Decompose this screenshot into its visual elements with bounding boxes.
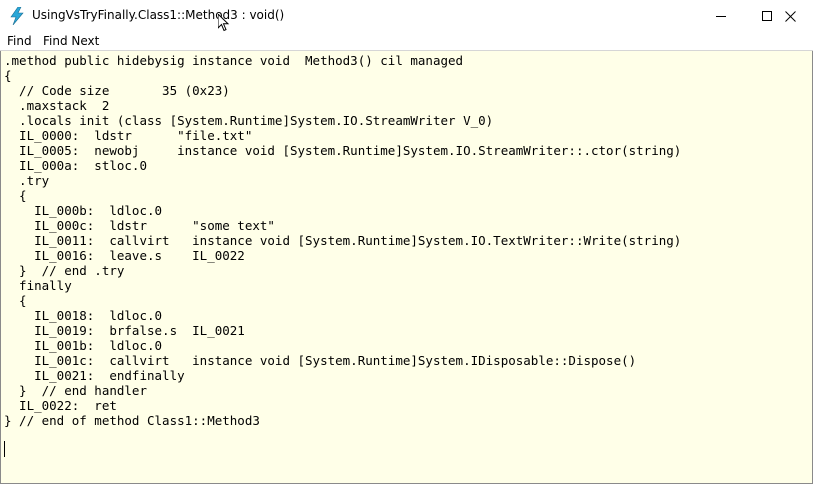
code-line: IL_0021: endfinally	[4, 368, 185, 383]
window-title: UsingVsTryFinally.Class1::Method3 : void…	[32, 8, 285, 22]
code-line: .try	[4, 173, 50, 188]
code-line: IL_000c: ldstr "some text"	[4, 218, 275, 233]
code-line: IL_0019: brfalse.s IL_0021	[4, 323, 245, 338]
il-code-view: .method public hidebysig instance void M…	[4, 53, 681, 428]
title-bar[interactable]: UsingVsTryFinally.Class1::Method3 : void…	[0, 0, 813, 32]
code-line: } // end .try	[4, 263, 125, 278]
menu-item-find[interactable]: Find	[7, 34, 32, 48]
minimize-button[interactable]	[698, 0, 744, 32]
code-line: IL_0000: ldstr "file.txt"	[4, 128, 253, 143]
code-line: } // end handler	[4, 383, 147, 398]
code-line: IL_000a: stloc.0	[4, 158, 147, 173]
code-line: IL_0018: ldloc.0	[4, 308, 163, 323]
menu-bar: Find Find Next	[0, 32, 813, 51]
code-line: IL_0016: leave.s IL_0022	[4, 248, 245, 263]
code-line: // Code size 35 (0x23)	[4, 83, 230, 98]
close-button[interactable]	[767, 0, 813, 32]
menu-item-find-next[interactable]: Find Next	[43, 34, 99, 48]
lightning-bolt-icon	[9, 6, 25, 26]
code-line: IL_000b: ldloc.0	[4, 203, 163, 218]
code-line: .locals init (class [System.Runtime]Syst…	[4, 113, 494, 128]
code-line: .method public hidebysig instance void M…	[4, 53, 464, 68]
text-caret	[4, 441, 5, 457]
code-line: IL_0011: callvirt instance void [System.…	[4, 233, 682, 248]
code-line: {	[4, 188, 27, 203]
code-line: } // end of method Class1::Method3	[4, 413, 260, 428]
code-line: finally	[4, 278, 72, 293]
code-line: IL_0022: ret	[4, 398, 117, 413]
minimize-icon	[716, 16, 726, 17]
code-line: IL_0005: newobj instance void [System.Ru…	[4, 143, 682, 158]
code-editor[interactable]: .method public hidebysig instance void M…	[0, 51, 813, 484]
code-line: .maxstack 2	[4, 98, 110, 113]
code-line: {	[4, 293, 27, 308]
code-line: {	[4, 68, 12, 83]
close-icon	[784, 10, 796, 22]
code-line: IL_001c: callvirt instance void [System.…	[4, 353, 637, 368]
code-line: IL_001b: ldloc.0	[4, 338, 163, 353]
